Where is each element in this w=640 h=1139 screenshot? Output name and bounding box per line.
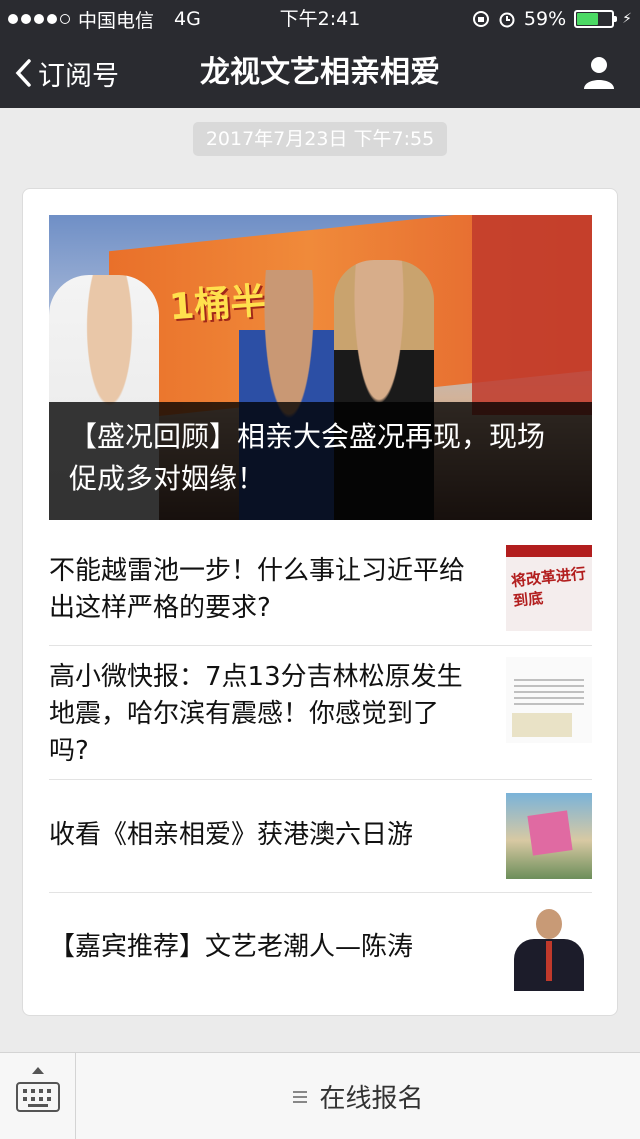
nav-bar: 订阅号 龙视文艺相亲相爱 <box>0 38 640 108</box>
article-title: 高小微快报：7点13分吉林松原发生地震，哈尔滨有震感！你感觉到了吗? <box>49 662 463 766</box>
menu-lines-icon <box>293 1090 308 1103</box>
article-title: 不能越雷池一步！什么事让习近平给出这样严格的要求? <box>49 556 466 623</box>
battery-icon <box>574 10 618 28</box>
caret-up-icon <box>32 1067 44 1074</box>
hero-caption: 【盛况回顾】相亲大会盛况再现，现场促成多对姻缘！ <box>49 402 592 520</box>
hero-article[interactable]: 1桶半 【盛况回顾】相亲大会盛况再现，现场促成多对姻缘！ <box>49 215 592 520</box>
bottom-menu-bar: 在线报名 <box>0 1052 640 1139</box>
battery-percent: 59% <box>523 8 567 30</box>
user-profile-button[interactable] <box>582 55 616 91</box>
chevron-left-icon <box>15 59 31 87</box>
article-title: 【嘉宾推荐】文艺老潮人—陈涛 <box>49 932 414 962</box>
divider <box>49 892 592 893</box>
signal-strength-icon <box>8 14 70 24</box>
divider <box>49 645 592 646</box>
status-left: 中国电信 4G <box>8 0 201 38</box>
alarm-icon <box>498 10 516 28</box>
divider <box>49 779 592 780</box>
article-thumbnail: 将改革进行到底 <box>506 545 592 631</box>
page-title: 龙视文艺相亲相爱 <box>200 55 440 90</box>
article-item[interactable]: 【嘉宾推荐】文艺老潮人—陈涛 <box>49 901 592 1001</box>
back-label: 订阅号 <box>38 60 119 92</box>
article-card: 1桶半 【盛况回顾】相亲大会盛况再现，现场促成多对姻缘！ 不能越雷池一步！什么事… <box>22 188 618 1016</box>
thumbnail-text: 将改革进行到底 <box>510 564 587 611</box>
article-thumbnail <box>506 657 592 743</box>
user-icon <box>584 57 614 89</box>
article-item[interactable]: 高小微快报：7点13分吉林松原发生地震，哈尔滨有震感！你感觉到了吗? <box>49 657 592 773</box>
rotation-lock-icon <box>472 10 490 28</box>
status-right: 59% ⚡ <box>472 0 632 38</box>
article-thumbnail <box>506 905 592 991</box>
article-item[interactable]: 不能越雷池一步！什么事让习近平给出这样严格的要求? 将改革进行到底 <box>49 541 592 637</box>
charging-icon: ⚡ <box>622 11 632 27</box>
battery-fill <box>577 13 599 25</box>
keyboard-icon <box>16 1082 60 1112</box>
back-button[interactable]: 订阅号 <box>14 38 119 108</box>
message-timestamp: 2017年7月23日 下午7:55 <box>193 122 447 156</box>
signup-menu-button[interactable]: 在线报名 <box>77 1053 640 1139</box>
carrier-name: 中国电信 <box>78 9 155 32</box>
keyboard-toggle-button[interactable] <box>0 1053 76 1139</box>
status-bar: 中国电信 4G 下午2:41 59% ⚡ <box>0 0 640 38</box>
article-thumbnail <box>506 793 592 879</box>
article-title: 收看《相亲相爱》获港澳六日游 <box>49 820 414 850</box>
article-item[interactable]: 收看《相亲相爱》获港澳六日游 <box>49 789 592 889</box>
network-type: 4G <box>174 8 201 30</box>
signup-menu-label: 在线报名 <box>319 1084 424 1114</box>
